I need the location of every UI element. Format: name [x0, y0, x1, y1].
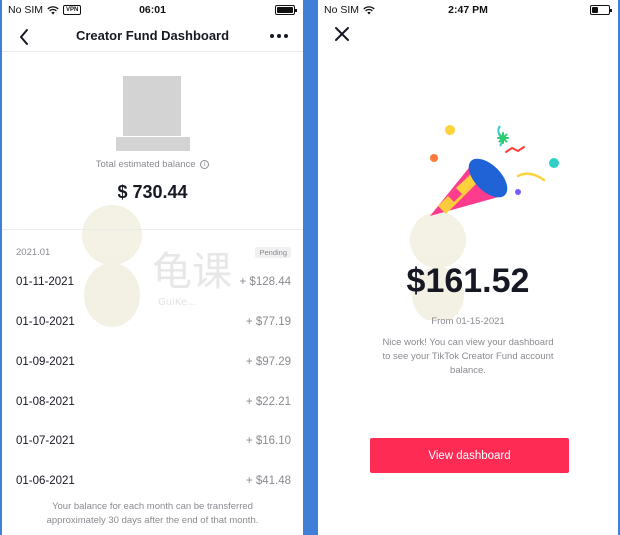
transaction-row: 01-06-2021 + $41.48 [2, 475, 303, 495]
transaction-amount: + $77.19 [245, 316, 291, 328]
transaction-row: 01-09-2021 + $97.29 [2, 356, 303, 376]
transaction-date: 01-11-2021 [16, 276, 74, 288]
status-bar: No SIM 2:47 PM [318, 0, 618, 20]
page-title: Creator Fund Dashboard [75, 28, 230, 43]
creator-fund-earnings-screen: No SIM 2:47 PM $161.52 From 01-15-2021 N… [318, 0, 618, 535]
month-label: 2021.01 [16, 247, 51, 258]
view-dashboard-button[interactable]: View dashboard [370, 438, 569, 473]
more-horizontal-icon[interactable] [269, 28, 289, 44]
nav-bar: Creator Fund Dashboard [2, 22, 303, 52]
transaction-amount: + $16.10 [245, 435, 291, 447]
close-icon[interactable] [334, 26, 350, 42]
status-time: 2:47 PM [448, 4, 488, 16]
balance-label-text: Total estimated balance [95, 159, 196, 170]
footer-note: Your balance for each month can be trans… [46, 501, 259, 526]
transaction-row: 01-07-2021 + $16.10 [2, 435, 303, 455]
from-date: From 01-15-2021 [431, 316, 505, 327]
balance-image-base [116, 137, 190, 151]
balance-amount: $ 730.44 [117, 182, 188, 202]
transaction-date: 01-08-2021 [16, 396, 75, 408]
transaction-amount: + $41.48 [245, 475, 291, 487]
transaction-amount: + $22.21 [245, 396, 291, 408]
earnings-amount: $161.52 [406, 262, 530, 300]
party-popper-icon [430, 125, 559, 216]
transaction-date: 01-09-2021 [16, 356, 75, 368]
status-badge: Pending [255, 247, 291, 258]
transaction-date: 01-10-2021 [16, 316, 75, 328]
transaction-date: 01-07-2021 [16, 435, 75, 447]
transaction-amount: + $128.44 [239, 276, 291, 288]
battery-icon [275, 5, 297, 15]
balance-image-placeholder [123, 76, 181, 136]
transaction-row: 01-11-2021 + $128.44 [2, 276, 303, 296]
transaction-row: 01-10-2021 + $77.19 [2, 316, 303, 336]
divider [2, 229, 303, 230]
transaction-row: 01-08-2021 + $22.21 [2, 396, 303, 416]
status-time: 06:01 [139, 4, 166, 16]
transaction-date: 01-06-2021 [16, 475, 75, 487]
battery-icon [590, 5, 612, 15]
creator-fund-dashboard-screen: No SIM VPN 06:01 Creator Fund Dashboard … [2, 0, 303, 535]
congrats-message: Nice work! You can view your dashboard t… [382, 337, 554, 376]
status-bar: No SIM VPN 06:01 [2, 0, 303, 20]
watermark-subtext: GuiKe... [158, 297, 197, 308]
info-icon[interactable]: i [200, 159, 210, 169]
balance-label: Total estimated balance i [2, 159, 303, 170]
transaction-amount: + $97.29 [245, 356, 291, 368]
